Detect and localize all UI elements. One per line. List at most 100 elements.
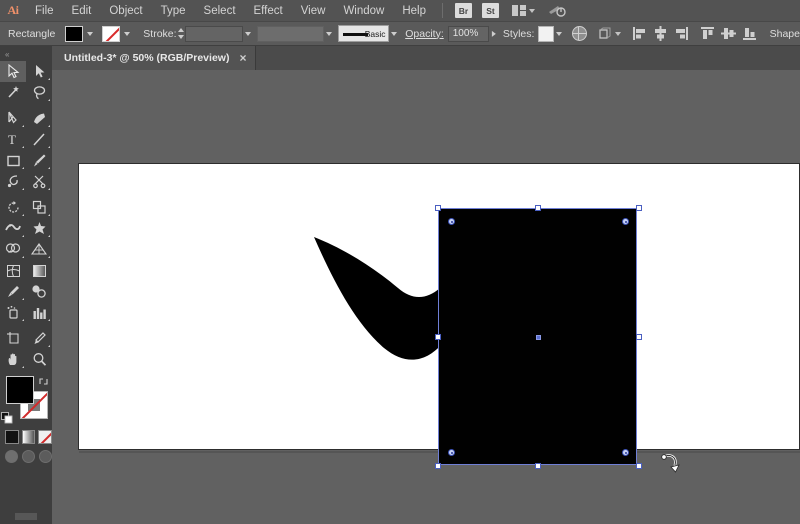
menu-divider [442,3,443,18]
screen-mode-button[interactable] [15,513,37,520]
svg-text:T: T [8,132,16,147]
transform-panel-icon[interactable] [597,26,613,42]
fill-swatch-button[interactable] [6,376,34,404]
selection-handle-top-left[interactable] [435,205,441,211]
close-icon[interactable]: × [239,52,246,64]
line-segment-tool[interactable] [26,129,52,150]
menu-item-file[interactable]: File [26,0,63,22]
rotate-tool[interactable] [0,197,26,218]
zoom-tool[interactable] [26,349,52,370]
lasso-tool[interactable] [26,82,52,103]
free-transform-tool[interactable] [26,218,52,239]
document-tab[interactable]: Untitled-3* @ 50% (RGB/Preview) × [52,46,257,70]
curvature-tool[interactable] [26,108,52,129]
drawing-mode-normal-button[interactable] [5,450,18,463]
selection-handle-bottom-left[interactable] [435,463,441,469]
menu-item-effect[interactable]: Effect [245,0,292,22]
selection-tool[interactable] [0,61,26,82]
path-anchor-top-right[interactable] [622,218,629,225]
gradient-tool[interactable] [26,260,52,281]
menu-item-window[interactable]: Window [334,0,393,22]
creative-cloud-sync-icon[interactable] [547,3,567,19]
selection-center-point [536,335,541,340]
transform-chevron-icon[interactable] [614,31,621,36]
magic-wand-tool[interactable] [0,82,26,103]
column-graph-tool[interactable] [26,302,52,323]
align-top-icon[interactable] [699,25,716,42]
tool-flyout-corner [22,319,24,321]
paintbrush-tool[interactable] [26,150,52,171]
width-tool[interactable] [0,218,26,239]
shape-builder-tool[interactable] [0,239,26,260]
stroke-dropdown-icon[interactable] [120,26,133,42]
menu-item-type[interactable]: Type [152,0,195,22]
path-anchor-top-left[interactable] [448,218,455,225]
drawing-mode-behind-button[interactable] [22,450,35,463]
menu-item-view[interactable]: View [292,0,335,22]
eyedropper-tool[interactable] [0,281,26,302]
selection-handle-middle-left[interactable] [435,334,441,340]
bridge-button[interactable]: Br [455,3,472,18]
scale-tool[interactable] [26,197,52,218]
hand-tool[interactable] [0,349,26,370]
recolor-artwork-icon[interactable] [571,26,587,41]
selection-handle-bottom-right[interactable] [636,463,642,469]
stroke-weight-stepper[interactable] [177,26,185,42]
opacity-input[interactable]: 100% [447,25,490,42]
shaper-tool[interactable] [0,171,26,192]
mesh-tool[interactable] [0,260,26,281]
pen-tool[interactable] [0,108,26,129]
selection-handle-middle-right[interactable] [636,334,642,340]
color-mode-button[interactable] [5,430,19,444]
direct-selection-tool[interactable] [26,61,52,82]
drawing-mode-inside-button[interactable] [39,450,52,463]
path-anchor-bottom-left[interactable] [448,449,455,456]
align-bottom-icon[interactable] [741,25,758,42]
tool-flyout-corner [48,256,50,258]
stock-button[interactable]: St [482,3,499,18]
graphic-style-swatch[interactable] [538,25,554,42]
menu-item-help[interactable]: Help [393,0,435,22]
arrange-documents-icon[interactable] [512,5,535,16]
align-vertical-center-icon[interactable] [720,25,737,42]
menu-item-select[interactable]: Select [195,0,245,22]
path-anchor-bottom-right[interactable] [622,449,629,456]
stroke-weight-dropdown-icon[interactable] [243,26,253,42]
opacity-options-icon[interactable] [486,29,502,39]
default-fill-stroke-icon[interactable] [1,411,13,424]
selection-handle-top-right[interactable] [636,205,642,211]
perspective-grid-tool[interactable] [26,239,52,260]
swap-fill-stroke-icon[interactable] [38,374,49,385]
slice-tool[interactable] [26,328,52,349]
type-tool[interactable]: T [0,129,26,150]
variable-width-dropdown-icon[interactable] [324,26,334,42]
styles-dropdown-icon[interactable] [554,26,564,42]
illustrator-window: Ai File Edit Object Type Select Effect V… [0,0,800,524]
none-mode-button[interactable] [38,430,53,444]
fill-color-swatch[interactable] [65,25,84,42]
shape-label[interactable]: Shape [770,28,800,40]
artboard-tool[interactable] [0,328,26,349]
selection-handle-bottom-center[interactable] [535,463,541,469]
align-right-icon[interactable] [673,25,690,42]
gradient-mode-button[interactable] [21,430,36,444]
selection-handle-top-center[interactable] [535,205,541,211]
rectangle-tool[interactable] [0,150,26,171]
blend-tool[interactable] [26,281,52,302]
stroke-color-swatch[interactable] [102,25,121,42]
align-left-icon[interactable] [631,25,648,42]
menu-item-object[interactable]: Object [100,0,151,22]
stroke-profile-selector[interactable]: Basic [338,25,390,42]
stroke-profile-dropdown-icon[interactable] [389,26,399,42]
toolbar-collapse-button[interactable]: « [0,48,52,61]
opacity-label[interactable]: Opacity: [405,28,444,40]
stroke-weight-input[interactable] [184,25,243,42]
fill-dropdown-icon[interactable] [83,26,96,42]
canvas-area[interactable] [52,70,800,524]
styles-label[interactable]: Styles: [503,28,535,40]
symbol-sprayer-tool[interactable] [0,302,26,323]
variable-width-input[interactable] [257,25,325,42]
scissors-tool[interactable] [26,171,52,192]
menu-item-edit[interactable]: Edit [63,0,101,22]
align-horizontal-center-icon[interactable] [652,25,669,42]
